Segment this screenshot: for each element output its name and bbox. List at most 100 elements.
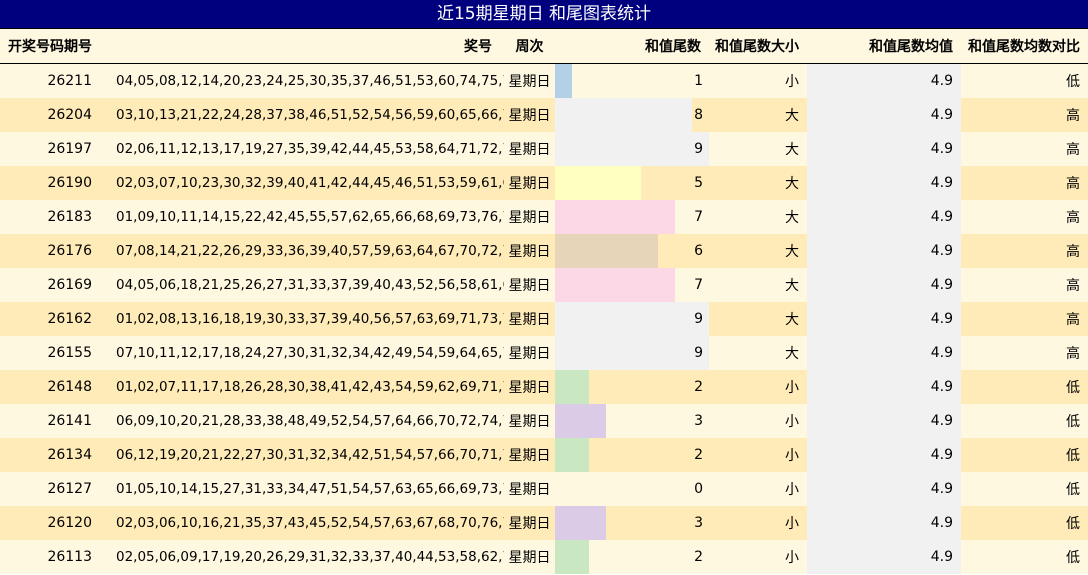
avg-cell: 4.9 <box>807 132 961 166</box>
compare-cell: 高 <box>961 302 1088 336</box>
tail-cell: 2 <box>555 370 709 404</box>
header-issue: 开奖号码期号 <box>0 29 104 64</box>
table-row: 26148 01,02,07,11,17,18,26,28,30,38,41,42… <box>0 370 1088 404</box>
week-cell: 星期日 <box>504 438 555 472</box>
tail-bar <box>555 506 606 540</box>
numbers-cell: 01,09,10,11,14,15,22,42,45,55,57,62,65,6… <box>104 200 504 234</box>
table-row: 26204 03,10,13,21,22,24,28,37,38,46,51,52… <box>0 98 1088 132</box>
tail-value: 2 <box>694 549 703 565</box>
tail-value: 9 <box>694 345 703 361</box>
compare-cell: 低 <box>961 540 1088 574</box>
week-cell: 星期日 <box>504 506 555 540</box>
avg-cell: 4.9 <box>807 166 961 200</box>
size-cell: 小 <box>709 404 807 438</box>
tail-cell: 2 <box>555 540 709 574</box>
compare-cell: 低 <box>961 63 1088 98</box>
tail-cell: 5 <box>555 166 709 200</box>
numbers-cell: 02,03,06,10,16,21,35,37,43,45,52,54,57,6… <box>104 506 504 540</box>
tail-cell: 9 <box>555 302 709 336</box>
issue-cell: 26141 <box>0 404 104 438</box>
tail-value: 3 <box>694 515 703 531</box>
size-cell: 大 <box>709 234 807 268</box>
table-row: 26169 04,05,06,18,21,25,26,27,31,33,37,39… <box>0 268 1088 302</box>
week-cell: 星期日 <box>504 472 555 506</box>
size-cell: 小 <box>709 506 807 540</box>
table-row: 26134 06,12,19,20,21,22,27,30,31,32,34,42… <box>0 438 1088 472</box>
size-cell: 大 <box>709 98 807 132</box>
avg-cell: 4.9 <box>807 98 961 132</box>
compare-cell: 低 <box>961 370 1088 404</box>
issue-cell: 26211 <box>0 63 104 98</box>
tail-cell: 0 <box>555 472 709 506</box>
issue-cell: 26162 <box>0 302 104 336</box>
page-title: 近15期星期日 和尾图表统计 <box>0 0 1088 29</box>
header-nums: 奖号 <box>104 29 504 64</box>
week-cell: 星期日 <box>504 98 555 132</box>
issue-cell: 26176 <box>0 234 104 268</box>
tail-value: 5 <box>694 175 703 191</box>
header-tail: 和值尾数 <box>555 29 709 64</box>
week-cell: 星期日 <box>504 234 555 268</box>
issue-cell: 26183 <box>0 200 104 234</box>
avg-cell: 4.9 <box>807 540 961 574</box>
stats-table: 开奖号码期号 奖号 周次 和值尾数 和值尾数大小 和值尾数均值 和值尾数均数对比… <box>0 29 1088 574</box>
avg-cell: 4.9 <box>807 63 961 98</box>
numbers-cell: 03,10,13,21,22,24,28,37,38,46,51,52,54,5… <box>104 98 504 132</box>
compare-cell: 高 <box>961 268 1088 302</box>
issue-cell: 26204 <box>0 98 104 132</box>
numbers-cell: 02,05,06,09,17,19,20,26,29,31,32,33,37,4… <box>104 540 504 574</box>
table-row: 26141 06,09,10,20,21,28,33,38,48,49,52,54… <box>0 404 1088 438</box>
tail-bar <box>555 540 589 574</box>
avg-cell: 4.9 <box>807 268 961 302</box>
table-row: 26155 07,10,11,12,17,18,24,27,30,31,32,34… <box>0 336 1088 370</box>
compare-cell: 高 <box>961 336 1088 370</box>
tail-value: 2 <box>694 379 703 395</box>
tail-bar <box>555 200 675 234</box>
size-cell: 小 <box>709 540 807 574</box>
compare-cell: 高 <box>961 166 1088 200</box>
week-cell: 星期日 <box>504 200 555 234</box>
avg-cell: 4.9 <box>807 200 961 234</box>
tail-cell: 1 <box>555 63 709 98</box>
tail-bar <box>555 64 572 98</box>
numbers-cell: 04,05,08,12,14,20,23,24,25,30,35,37,46,5… <box>104 63 504 98</box>
numbers-cell: 07,08,14,21,22,26,29,33,36,39,40,57,59,6… <box>104 234 504 268</box>
compare-cell: 高 <box>961 200 1088 234</box>
tail-value: 2 <box>694 447 703 463</box>
tail-cell: 3 <box>555 404 709 438</box>
issue-cell: 26113 <box>0 540 104 574</box>
issue-cell: 26134 <box>0 438 104 472</box>
compare-cell: 高 <box>961 132 1088 166</box>
avg-cell: 4.9 <box>807 370 961 404</box>
tail-bar <box>555 98 692 132</box>
issue-cell: 26155 <box>0 336 104 370</box>
table-row: 26113 02,05,06,09,17,19,20,26,29,31,32,33… <box>0 540 1088 574</box>
week-cell: 星期日 <box>504 166 555 200</box>
tail-value: 6 <box>694 243 703 259</box>
size-cell: 小 <box>709 370 807 404</box>
compare-cell: 低 <box>961 472 1088 506</box>
issue-cell: 26190 <box>0 166 104 200</box>
tail-value: 7 <box>694 209 703 225</box>
numbers-cell: 06,09,10,20,21,28,33,38,48,49,52,54,57,6… <box>104 404 504 438</box>
tail-bar <box>555 336 709 370</box>
size-cell: 小 <box>709 438 807 472</box>
header-cmp: 和值尾数均数对比 <box>961 29 1088 64</box>
week-cell: 星期日 <box>504 302 555 336</box>
table-row: 26162 01,02,08,13,16,18,19,30,33,37,39,40… <box>0 302 1088 336</box>
size-cell: 大 <box>709 132 807 166</box>
table-row: 26120 02,03,06,10,16,21,35,37,43,45,52,54… <box>0 506 1088 540</box>
header-week: 周次 <box>504 29 555 64</box>
table-row: 26211 04,05,08,12,14,20,23,24,25,30,35,37… <box>0 63 1088 98</box>
numbers-cell: 04,05,06,18,21,25,26,27,31,33,37,39,40,4… <box>104 268 504 302</box>
table-row: 26183 01,09,10,11,14,15,22,42,45,55,57,62… <box>0 200 1088 234</box>
week-cell: 星期日 <box>504 404 555 438</box>
tail-value: 0 <box>694 481 703 497</box>
header-row: 开奖号码期号 奖号 周次 和值尾数 和值尾数大小 和值尾数均值 和值尾数均数对比 <box>0 29 1088 64</box>
tail-bar <box>555 404 606 438</box>
tail-value: 7 <box>694 277 703 293</box>
issue-cell: 26197 <box>0 132 104 166</box>
avg-cell: 4.9 <box>807 302 961 336</box>
size-cell: 小 <box>709 472 807 506</box>
compare-cell: 高 <box>961 98 1088 132</box>
